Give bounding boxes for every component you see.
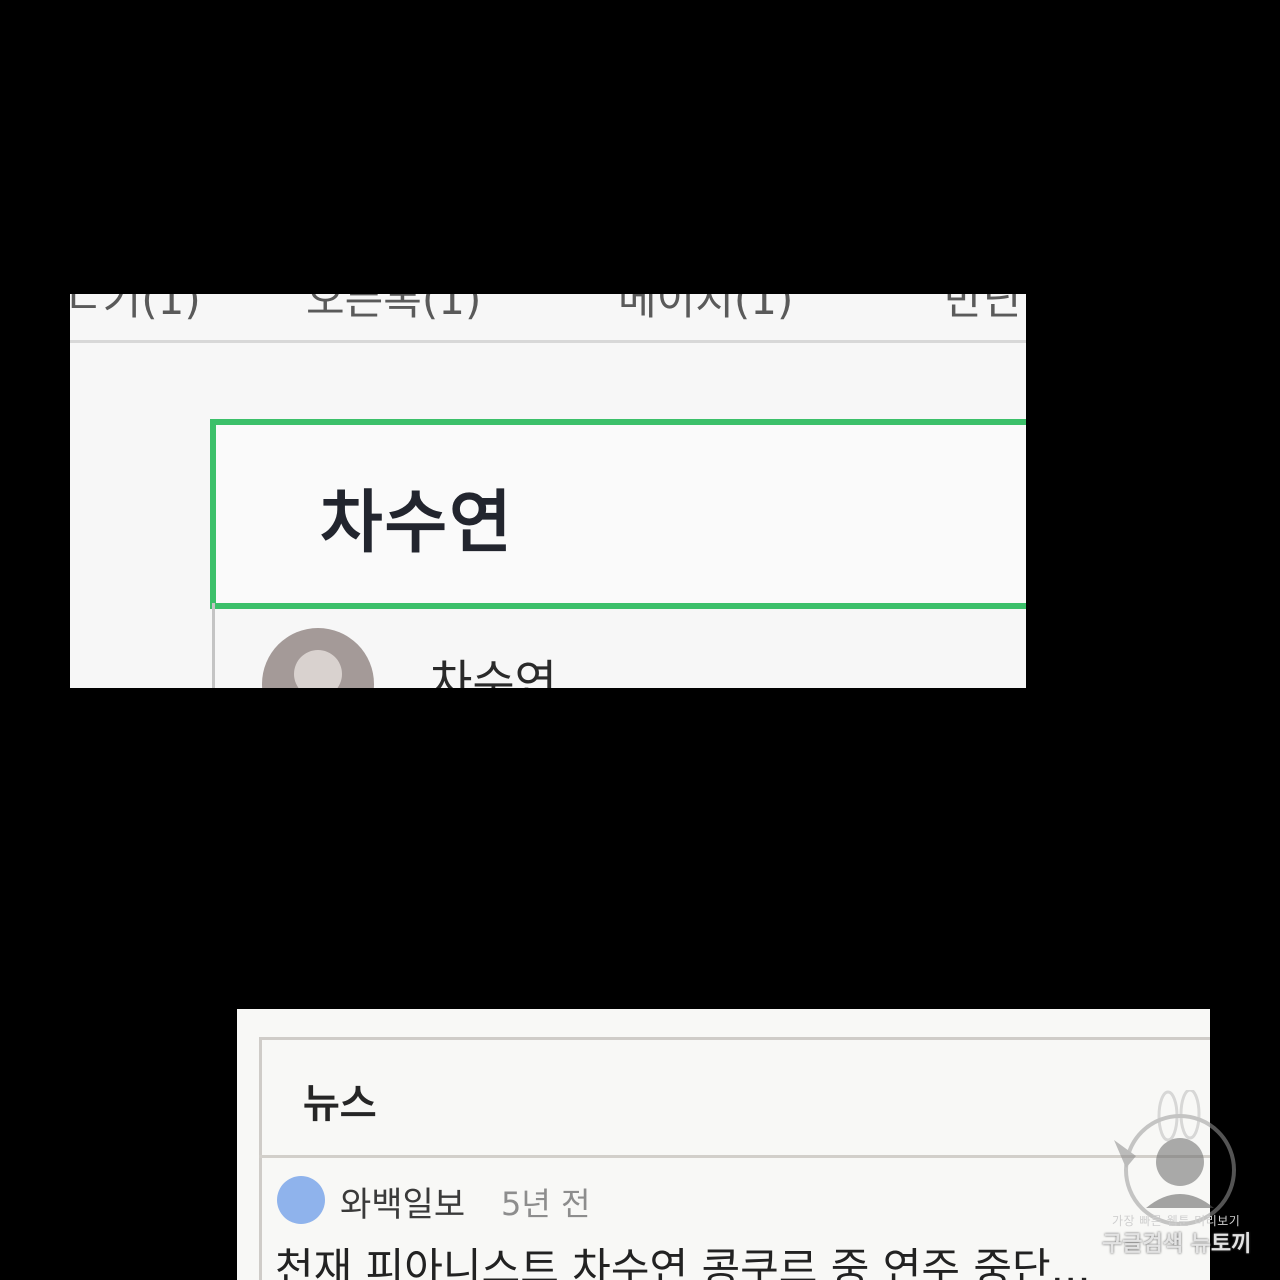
- result-divider: [212, 603, 215, 688]
- news-divider: [259, 1155, 1210, 1158]
- tab-item[interactable]: 오픈톡(1): [306, 294, 481, 327]
- news-card-panel: 뉴스 와백일보 5년 전 천재 피아니스트 차수연 콩쿠르 중 연주 중단...: [237, 1009, 1210, 1280]
- watermark-brand: 구글검색 뉴토끼: [1102, 1232, 1252, 1257]
- tab-item[interactable]: 메이지(1): [618, 294, 793, 327]
- search-query-text: 차수연: [320, 484, 514, 563]
- news-headline-link[interactable]: 천재 피아니스트 차수연 콩쿠르 중 연주 중단...: [275, 1235, 1091, 1280]
- bunny-mascot-icon: [1114, 1090, 1236, 1226]
- search-tabs: ㄴ기(1) 오픈톡(1) 메이지(1) 만닌: [70, 294, 1026, 324]
- tab-item[interactable]: 만닌: [944, 294, 1021, 327]
- news-timestamp: 5년 전: [501, 1185, 591, 1223]
- search-screen-panel: ㄴ기(1) 오픈톡(1) 메이지(1) 만닌 차수연 차수연: [70, 294, 1026, 688]
- news-source-name[interactable]: 와백일보: [340, 1177, 465, 1226]
- tab-item[interactable]: ㄴ기(1): [70, 294, 201, 327]
- tab-divider: [70, 340, 1026, 343]
- result-name[interactable]: 차수연: [430, 646, 557, 688]
- avatar[interactable]: [262, 628, 374, 688]
- news-source-avatar: [277, 1176, 325, 1224]
- news-section-title: 뉴스: [303, 1081, 377, 1127]
- watermark: 가장 빠른 웹툰 미리보기 구글검색 뉴토끼: [1098, 1090, 1268, 1260]
- search-input[interactable]: 차수연: [210, 419, 1026, 609]
